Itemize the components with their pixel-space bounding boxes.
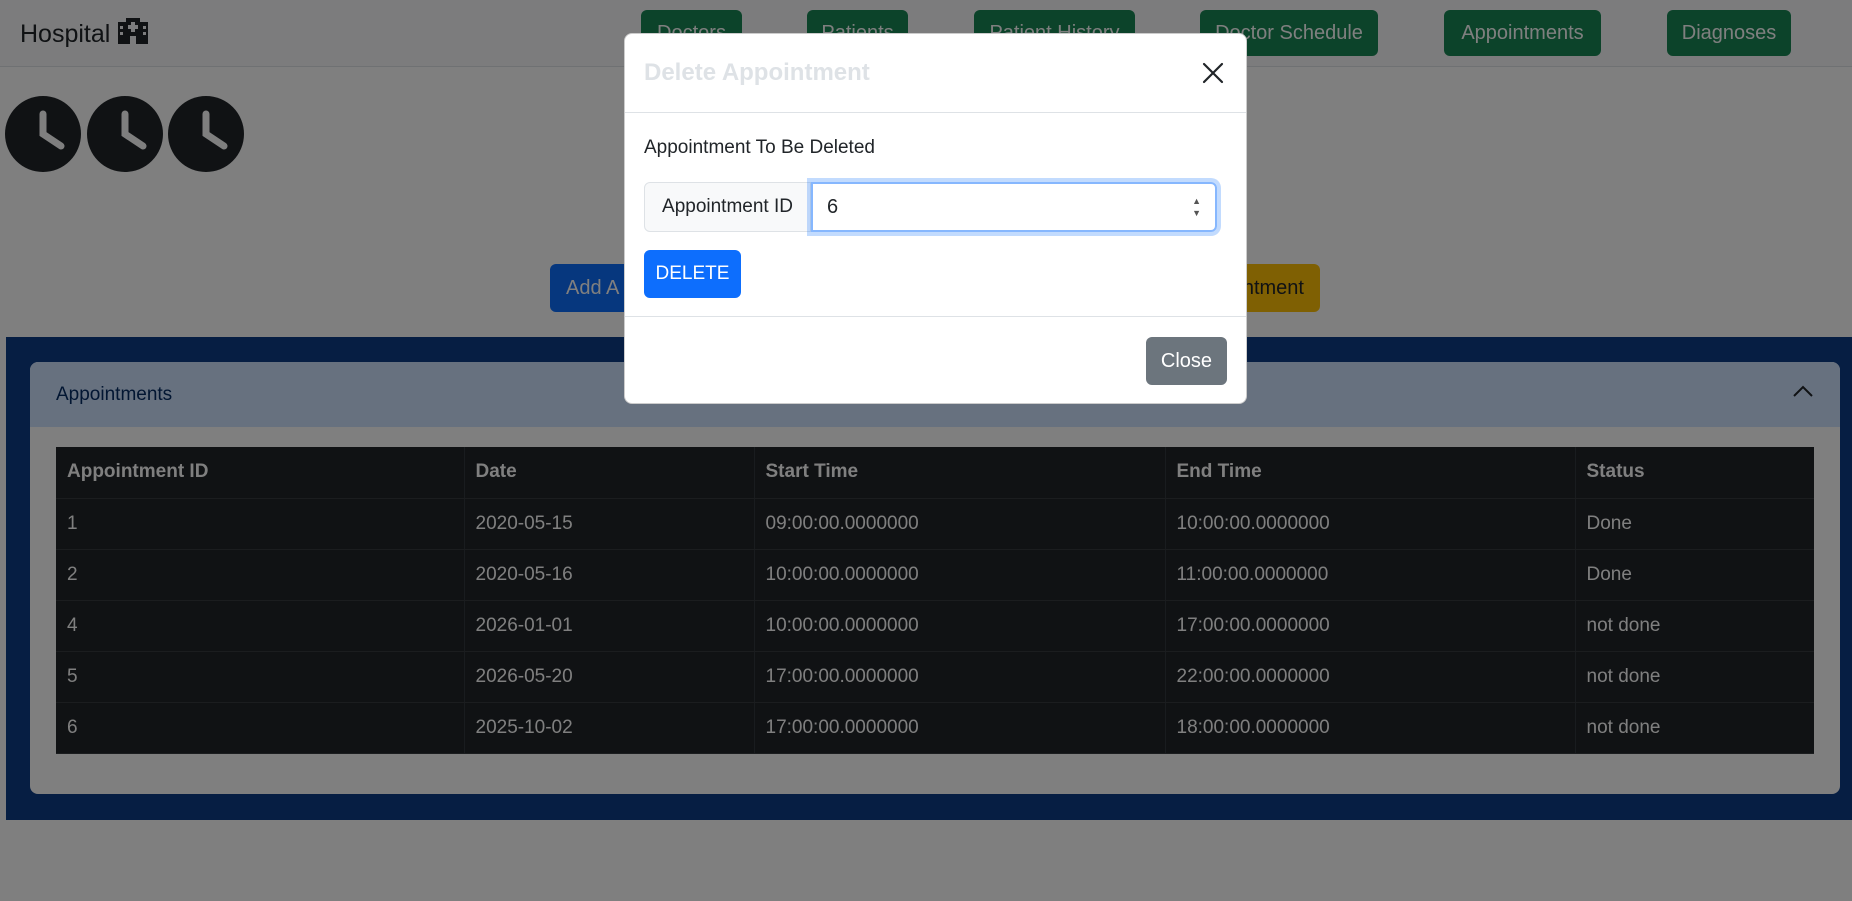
appointment-id-input[interactable]: 6 ▲ ▼ xyxy=(811,182,1217,232)
modal-header: Delete Appointment xyxy=(625,34,1246,113)
spinner-up-icon[interactable]: ▲ xyxy=(1192,196,1201,206)
delete-appointment-modal: Delete Appointment Appointment To Be Del… xyxy=(624,33,1247,404)
close-button[interactable]: Close xyxy=(1146,337,1227,385)
number-spinner[interactable]: ▲ ▼ xyxy=(1192,196,1201,218)
page: Hospital Doctors Patients Patient Histor… xyxy=(0,0,1852,901)
input-value: 6 xyxy=(827,195,839,218)
modal-title: Delete Appointment xyxy=(644,59,870,86)
spinner-down-icon[interactable]: ▼ xyxy=(1192,208,1201,218)
appointment-id-input-group: Appointment ID 6 ▲ ▼ xyxy=(644,182,1217,232)
delete-button[interactable]: DELETE xyxy=(644,250,741,298)
body-label: Appointment To Be Deleted xyxy=(644,137,875,158)
close-icon[interactable] xyxy=(1198,58,1228,88)
input-addon-label: Appointment ID xyxy=(644,182,811,232)
